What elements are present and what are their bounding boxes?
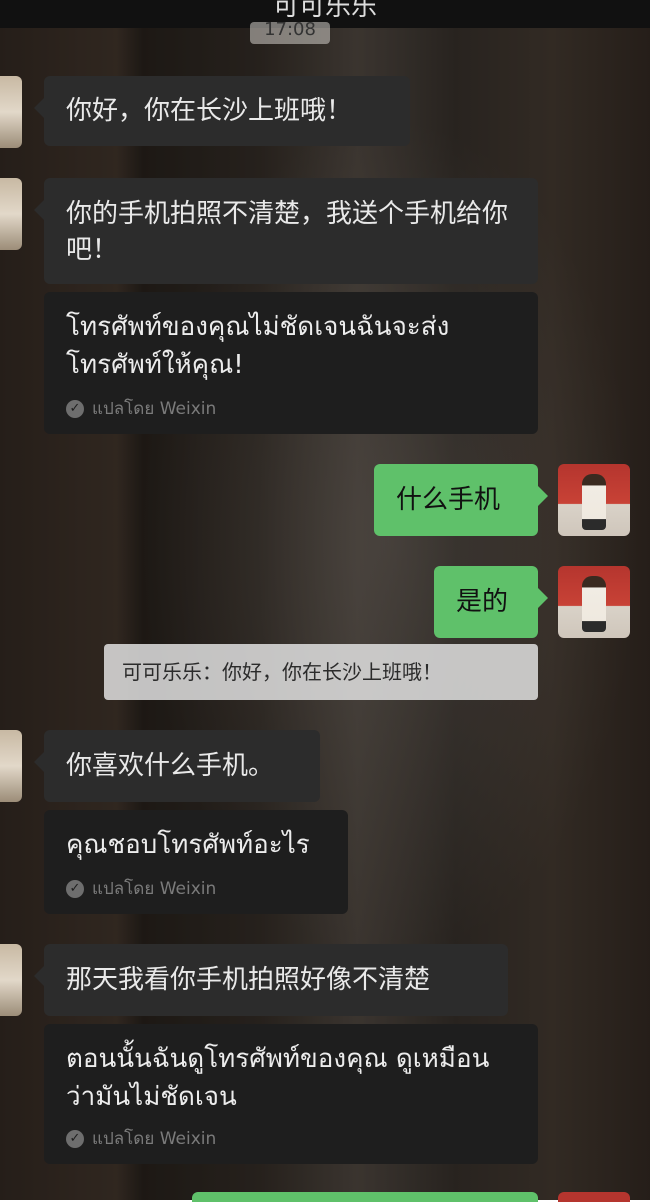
translated-by: ✓ แปลโดย Weixin [66,1128,216,1150]
message-bubble-incoming[interactable]: 你好，你在长沙上班哦！ [34,76,410,146]
my-avatar[interactable] [558,464,630,536]
translation-bubble[interactable]: คุณชอบโทรศัพท์อะไร ✓ แปลโดย Weixin [44,810,348,914]
message-bubble-incoming[interactable]: 你的手机拍照不清楚，我送个手机给你吧！ [34,178,538,284]
quoted-text: 可可乐乐：你好，你在长沙上班哦！ [122,660,442,684]
contact-avatar[interactable] [0,178,22,250]
message-text: 你好，你在长沙上班哦！ [66,96,353,126]
translation-bubble[interactable]: โทรศัพท์ของคุณไม่ชัดเจนฉันจะส่งโทรศัพท์ใ… [44,292,538,434]
translation-text: ตอนนั้นฉันดูโทรศัพท์ของคุณ ดูเหมือนว่ามั… [66,1044,490,1112]
my-avatar[interactable] [558,566,630,638]
translated-by-label: แปลโดย Weixin [92,1129,217,1149]
translation-text: คุณชอบโทรศัพท์อะไร [66,830,310,860]
message-bubble-incoming[interactable]: 那天我看你手机拍照好像不清楚 [34,944,508,1016]
translation-text: โทรศัพท์ของคุณไม่ชัดเจนฉันจะส่งโทรศัพท์ใ… [66,312,450,380]
check-circle-icon: ✓ [66,400,84,418]
timestamp: 17:08 [250,22,330,44]
check-circle-icon: ✓ [66,880,84,898]
message-text: 什么手机 [396,485,501,515]
contact-avatar[interactable] [0,76,22,148]
check-circle-icon: ✓ [66,1130,84,1148]
message-text: 是的 [456,587,509,617]
contact-title: 可可乐乐 [272,0,377,22]
translation-bubble[interactable]: ตอนนั้นฉันดูโทรศัพท์ของคุณ ดูเหมือนว่ามั… [44,1024,538,1164]
translated-by: ✓ แปลโดย Weixin [66,398,216,420]
message-text: 那天我看你手机拍照好像不清楚 [66,965,431,995]
my-avatar-partial[interactable] [558,1192,630,1202]
translated-by: ✓ แปลโดย Weixin [66,878,216,900]
translated-by-label: แปลโดย Weixin [92,879,217,899]
translated-by-label: แปลโดย Weixin [92,399,217,419]
contact-avatar[interactable] [0,730,22,802]
contact-avatar[interactable] [0,944,22,1016]
message-bubble-outgoing[interactable]: 什么手机 [374,464,548,536]
quoted-message[interactable]: 可可乐乐：你好，你在长沙上班哦！ [104,644,538,700]
message-bubble-outgoing-partial[interactable] [192,1192,538,1202]
message-bubble-outgoing[interactable]: 是的 [434,566,548,638]
message-text: 你喜欢什么手机。 [66,751,275,781]
message-bubble-incoming[interactable]: 你喜欢什么手机。 [34,730,320,802]
message-text: 你的手机拍照不清楚，我送个手机给你吧！ [66,199,509,265]
